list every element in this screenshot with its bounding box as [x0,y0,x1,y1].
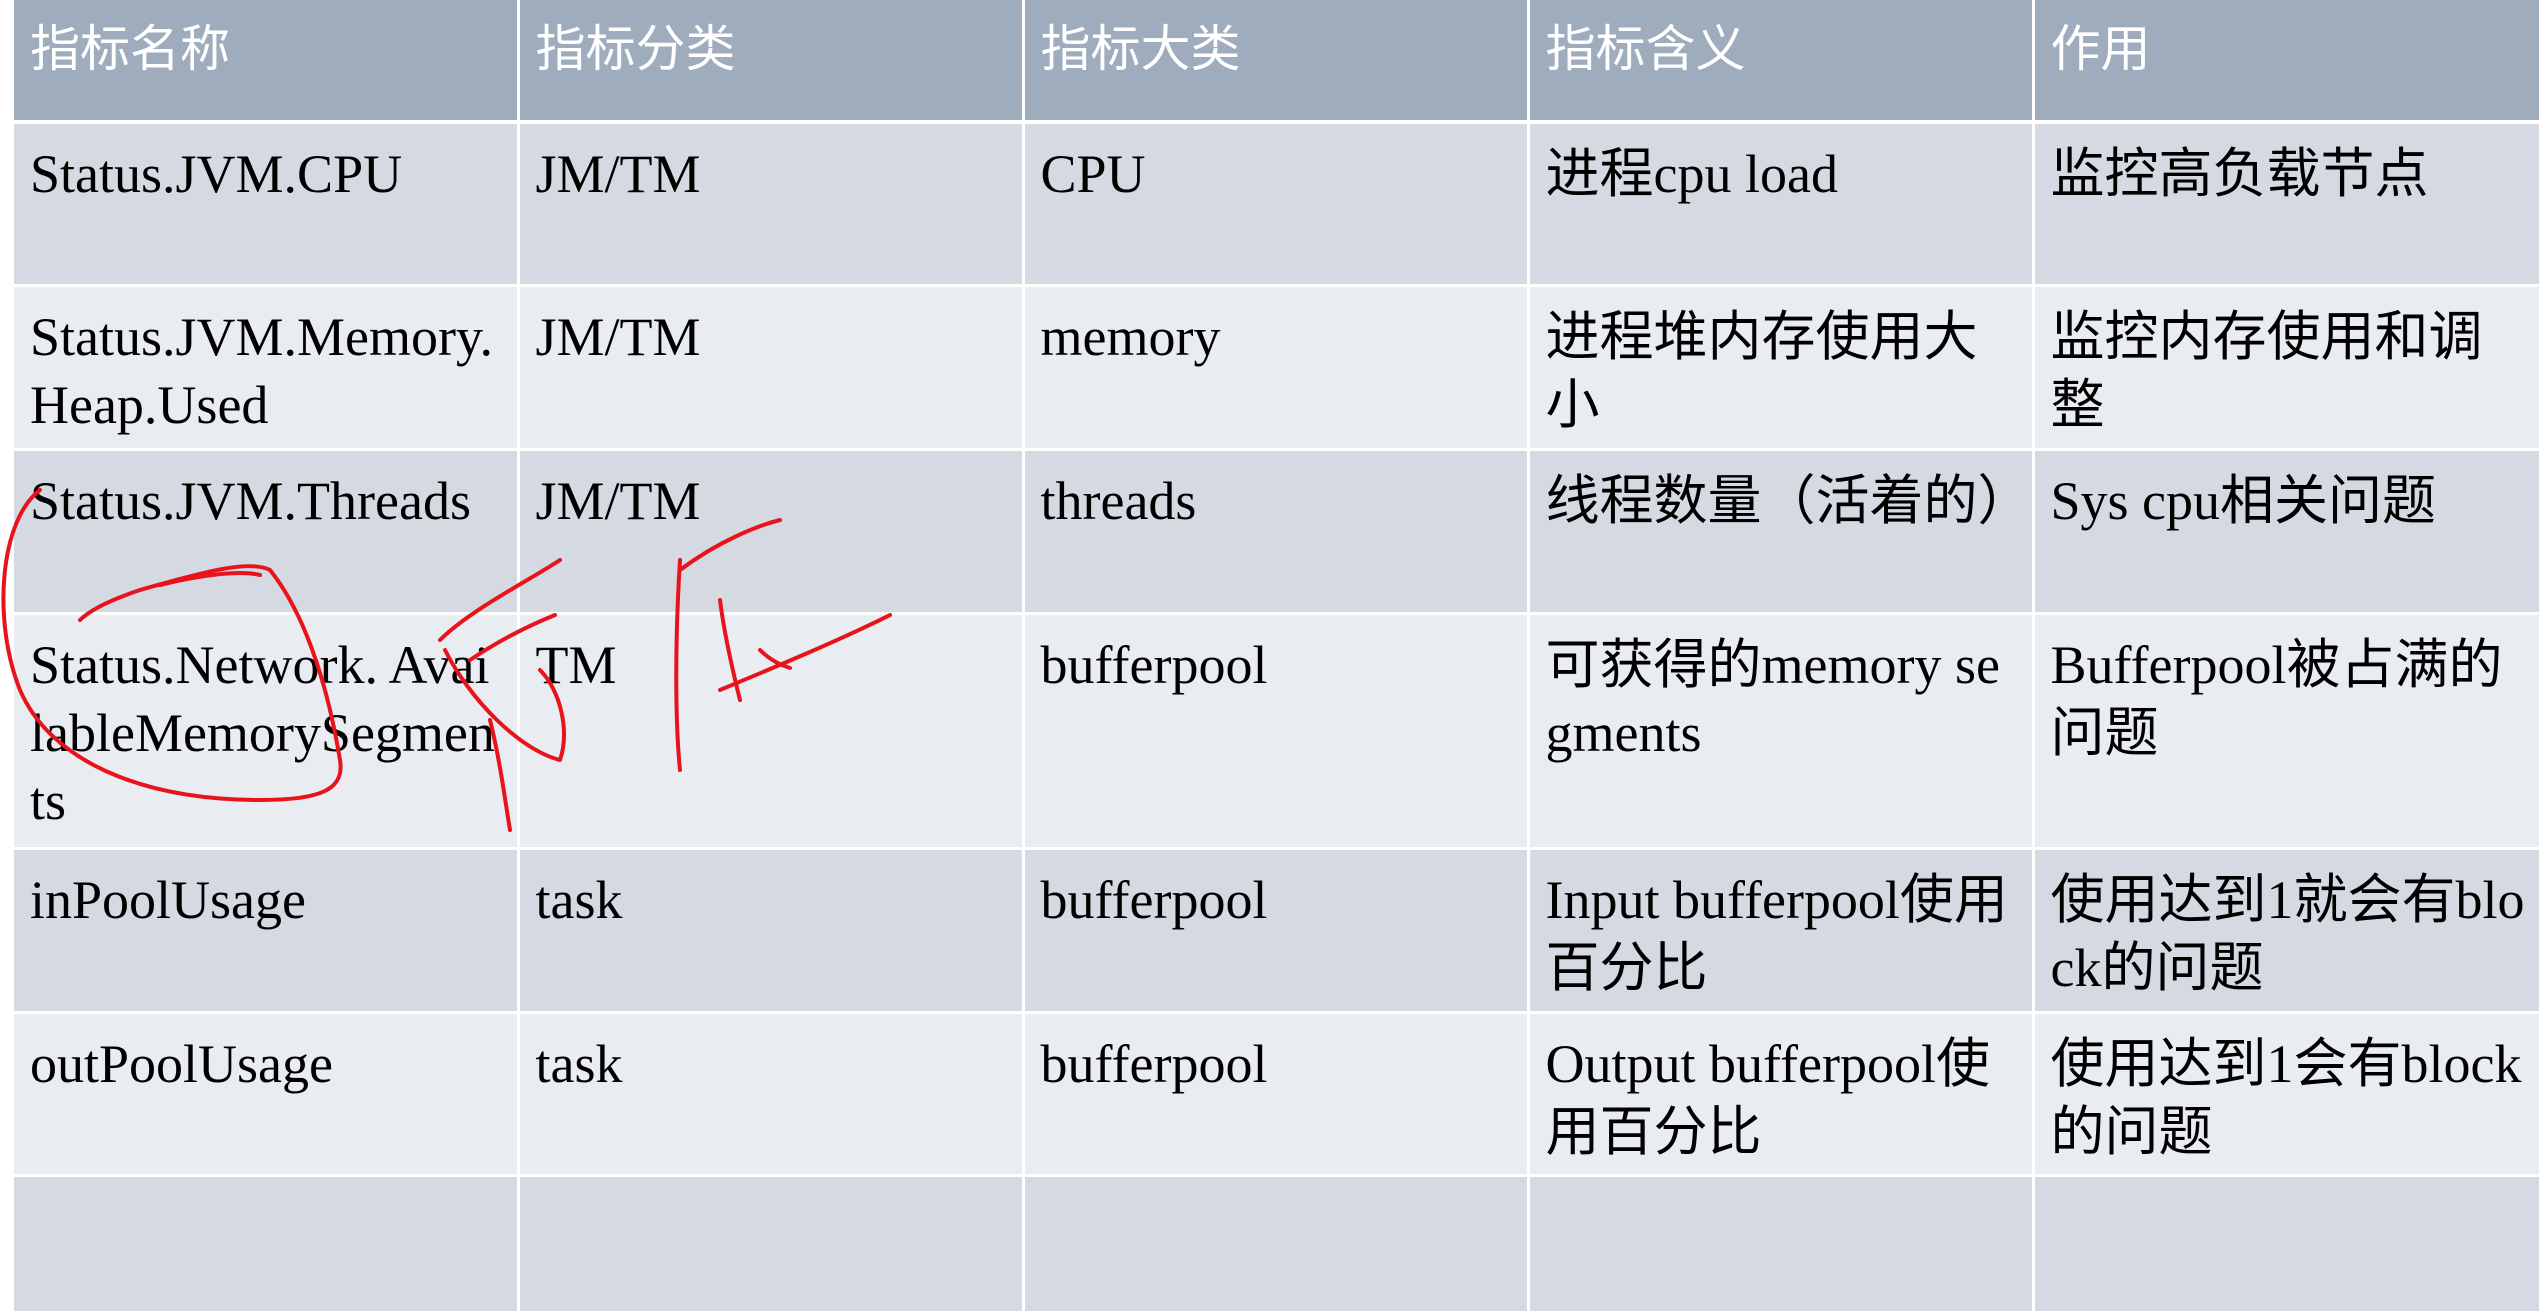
header-metric-group: 指标大类 [1023,0,1530,124]
table-row: Status.JVM.Threads JM/TM threads 线程数量（活着… [14,449,2540,615]
cell-metric-meaning: 可获得的memory segments [1528,613,2035,850]
header-metric-category: 指标分类 [518,0,1025,124]
cell-metric-meaning: Input bufferpool使用百分比 [1528,848,2035,1014]
cell-metric-name: inPoolUsage [14,848,520,1014]
cell-metric-category: task [518,1012,1025,1177]
cell-metric-meaning: Output bufferpool使用百分比 [1528,1012,2035,1177]
cell-metric-group: memory [1023,285,1530,451]
cell-metric-name: Status.JVM.Threads [14,449,520,615]
cell-metric-name: Status.JVM.Memory. Heap.Used [14,285,520,451]
table-row: Status.Network. AvailableMemorySegments … [14,613,2540,850]
cell-metric-purpose: 使用达到1就会有block的问题 [2033,848,2540,1014]
cell-metric-meaning: 进程cpu load [1528,122,2035,287]
header-metric-purpose: 作用 [2033,0,2540,124]
metrics-table: 指标名称 指标分类 指标大类 指标含义 作用 Status.JVM.CPU JM… [14,0,2540,1314]
metrics-table-wrapper: 指标名称 指标分类 指标大类 指标含义 作用 Status.JVM.CPU JM… [14,0,2540,1314]
table-header-row: 指标名称 指标分类 指标大类 指标含义 作用 [14,0,2540,124]
table-row: inPoolUsage task bufferpool Input buffer… [14,848,2540,1014]
cell-metric-group: threads [1023,449,1530,615]
cell-metric-purpose: 监控高负载节点 [2033,122,2540,287]
table-row: outPoolUsage task bufferpool Output buff… [14,1012,2540,1177]
cell-metric-purpose: Bufferpool被占满的问题 [2033,613,2540,850]
cell-metric-group: bufferpool [1023,848,1530,1014]
cell-metric-name: outPoolUsage [14,1012,520,1177]
cell-empty [14,1175,520,1314]
header-metric-meaning: 指标含义 [1528,0,2035,124]
cell-empty [1528,1175,2035,1314]
cell-metric-group: CPU [1023,122,1530,287]
cell-metric-purpose: Sys cpu相关问题 [2033,449,2540,615]
cell-metric-meaning: 进程堆内存使用大小 [1528,285,2035,451]
cell-metric-name: Status.Network. AvailableMemorySegments [14,613,520,850]
cell-empty [2033,1175,2540,1314]
header-metric-name: 指标名称 [14,0,520,124]
cell-metric-name: Status.JVM.CPU [14,122,520,287]
cell-metric-purpose: 使用达到1会有block的问题 [2033,1012,2540,1177]
cell-empty [1023,1175,1530,1314]
table-row: Status.JVM.Memory. Heap.Used JM/TM memor… [14,285,2540,451]
table-row: Status.JVM.CPU JM/TM CPU 进程cpu load 监控高负… [14,122,2540,287]
cell-metric-group: bufferpool [1023,1012,1530,1177]
cell-metric-purpose: 监控内存使用和调整 [2033,285,2540,451]
cell-metric-category: JM/TM [518,285,1025,451]
cell-metric-category: JM/TM [518,449,1025,615]
table-row-empty [14,1175,2540,1314]
cell-empty [518,1175,1025,1314]
cell-metric-category: task [518,848,1025,1014]
cell-metric-group: bufferpool [1023,613,1530,850]
cell-metric-category: TM [518,613,1025,850]
cell-metric-meaning: 线程数量（活着的） [1528,449,2035,615]
cell-metric-category: JM/TM [518,122,1025,287]
